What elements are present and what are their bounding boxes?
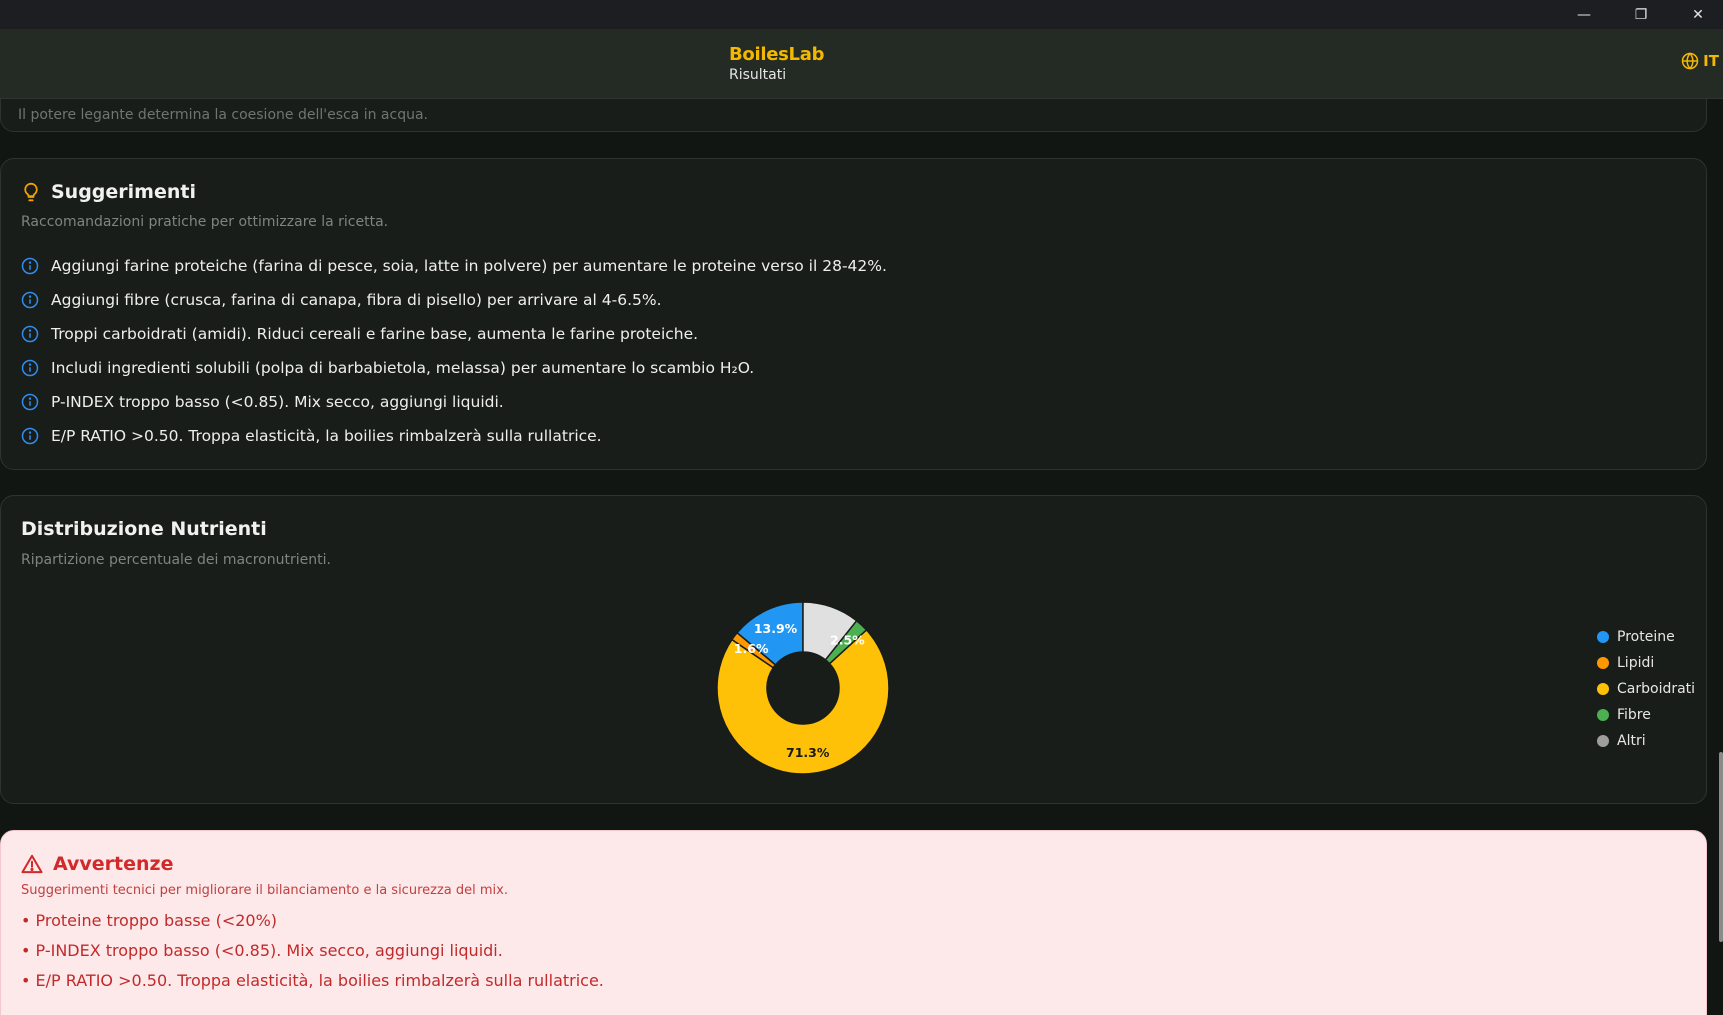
suggestion-text: Aggiungi farine proteiche (farina di pes… bbox=[51, 257, 887, 275]
binding-card: Il potere legante determina la coesione … bbox=[0, 99, 1707, 132]
legend-swatch bbox=[1597, 709, 1609, 721]
language-button[interactable]: IT bbox=[1681, 52, 1719, 70]
suggestion-text: P-INDEX troppo basso (<0.85). Mix secco,… bbox=[51, 393, 504, 411]
data-label-lipidi: 1.6% bbox=[734, 641, 769, 656]
globe-icon bbox=[1681, 52, 1699, 70]
language-label: IT bbox=[1703, 52, 1719, 70]
legend-item-carboidrati[interactable]: Carboidrati bbox=[1597, 676, 1695, 702]
legend-label: Carboidrati bbox=[1617, 681, 1696, 697]
chart-legend: Proteine Lipidi Carboidrati Fibre Altri bbox=[1597, 624, 1695, 754]
warnings-heading: Avvertenze bbox=[53, 853, 174, 875]
legend-swatch bbox=[1597, 631, 1609, 643]
suggestion-text: Aggiungi fibre (crusca, farina di canapa… bbox=[51, 291, 662, 309]
info-icon bbox=[21, 393, 39, 411]
legend-label: Fibre bbox=[1617, 707, 1651, 723]
suggestion-item: P-INDEX troppo basso (<0.85). Mix secco,… bbox=[21, 385, 887, 419]
suggestion-item: Aggiungi fibre (crusca, farina di canapa… bbox=[21, 283, 887, 317]
warnings-title: Avvertenze bbox=[21, 853, 174, 875]
info-icon bbox=[21, 325, 39, 343]
suggestion-text: Troppi carboidrati (amidi). Riduci cerea… bbox=[51, 325, 699, 343]
page-subtitle: Risultati bbox=[729, 67, 787, 83]
suggestion-text: Includi ingredienti solubili (polpa di b… bbox=[51, 359, 755, 377]
info-icon bbox=[21, 359, 39, 377]
legend-item-altri[interactable]: Altri bbox=[1597, 728, 1695, 754]
close-button[interactable]: ✕ bbox=[1670, 0, 1723, 29]
info-icon bbox=[21, 291, 39, 309]
legend-label: Altri bbox=[1617, 733, 1646, 749]
suggestion-text: E/P RATIO >0.50. Troppa elasticità, la b… bbox=[51, 427, 602, 445]
distribution-description: Ripartizione percentuale dei macronutrie… bbox=[21, 552, 331, 568]
window-titlebar: — ❐ ✕ bbox=[0, 0, 1723, 29]
legend-item-lipidi[interactable]: Lipidi bbox=[1597, 650, 1695, 676]
distribution-card: Distribuzione Nutrienti Ripartizione per… bbox=[0, 495, 1707, 804]
suggestions-heading: Suggerimenti bbox=[51, 181, 196, 203]
app-header: BoilesLab Risultati IT bbox=[0, 29, 1723, 99]
suggestions-list: Aggiungi farine proteiche (farina di pes… bbox=[21, 249, 887, 453]
maximize-button[interactable]: ❐ bbox=[1613, 0, 1669, 29]
suggestions-title: Suggerimenti bbox=[21, 181, 196, 203]
info-icon bbox=[21, 257, 39, 275]
results-content: Il potere legante determina la coesione … bbox=[0, 99, 1723, 1015]
legend-swatch bbox=[1597, 735, 1609, 747]
suggestion-item: E/P RATIO >0.50. Troppa elasticità, la b… bbox=[21, 419, 887, 453]
data-label-fibre: 2.5% bbox=[830, 632, 865, 647]
data-label-proteine: 13.9% bbox=[754, 621, 798, 636]
minimize-button[interactable]: — bbox=[1556, 0, 1612, 29]
data-label-carboidrati: 71.3% bbox=[786, 745, 830, 760]
legend-label: Lipidi bbox=[1617, 655, 1655, 671]
distribution-title: Distribuzione Nutrienti bbox=[21, 518, 267, 540]
info-icon bbox=[21, 427, 39, 445]
legend-swatch bbox=[1597, 683, 1609, 695]
app-title: BoilesLab bbox=[729, 44, 825, 65]
suggestion-item: Aggiungi farine proteiche (farina di pes… bbox=[21, 249, 887, 283]
scrollbar-thumb[interactable] bbox=[1719, 752, 1723, 942]
warning-triangle-icon bbox=[21, 854, 43, 874]
warning-item: • Proteine troppo basse (<20%) bbox=[21, 910, 278, 930]
warnings-description: Suggerimenti tecnici per migliorare il b… bbox=[21, 883, 508, 898]
warning-item: • E/P RATIO >0.50. Troppa elasticità, la… bbox=[21, 970, 604, 990]
suggestion-item: Includi ingredienti solubili (polpa di b… bbox=[21, 351, 887, 385]
legend-item-fibre[interactable]: Fibre bbox=[1597, 702, 1695, 728]
brand: BoilesLab Risultati bbox=[729, 44, 824, 83]
warnings-list: • Proteine troppo basse (<20%) • P-INDEX… bbox=[21, 905, 604, 995]
legend-label: Proteine bbox=[1617, 629, 1675, 645]
suggestion-item: Troppi carboidrati (amidi). Riduci cerea… bbox=[21, 317, 887, 351]
suggestions-description: Raccomandazioni pratiche per ottimizzare… bbox=[21, 214, 389, 230]
suggestions-card: Suggerimenti Raccomandazioni pratiche pe… bbox=[0, 158, 1707, 470]
warnings-card: Avvertenze Suggerimenti tecnici per migl… bbox=[0, 830, 1707, 1015]
lightbulb-icon bbox=[24, 182, 38, 202]
nutrient-donut-chart: 13.9% 1.6% 71.3% 2.5% bbox=[716, 601, 890, 775]
legend-item-proteine[interactable]: Proteine bbox=[1597, 624, 1695, 650]
legend-swatch bbox=[1597, 657, 1609, 669]
warning-item: • P-INDEX troppo basso (<0.85). Mix secc… bbox=[21, 940, 503, 960]
binding-note: Il potere legante determina la coesione … bbox=[18, 107, 428, 123]
